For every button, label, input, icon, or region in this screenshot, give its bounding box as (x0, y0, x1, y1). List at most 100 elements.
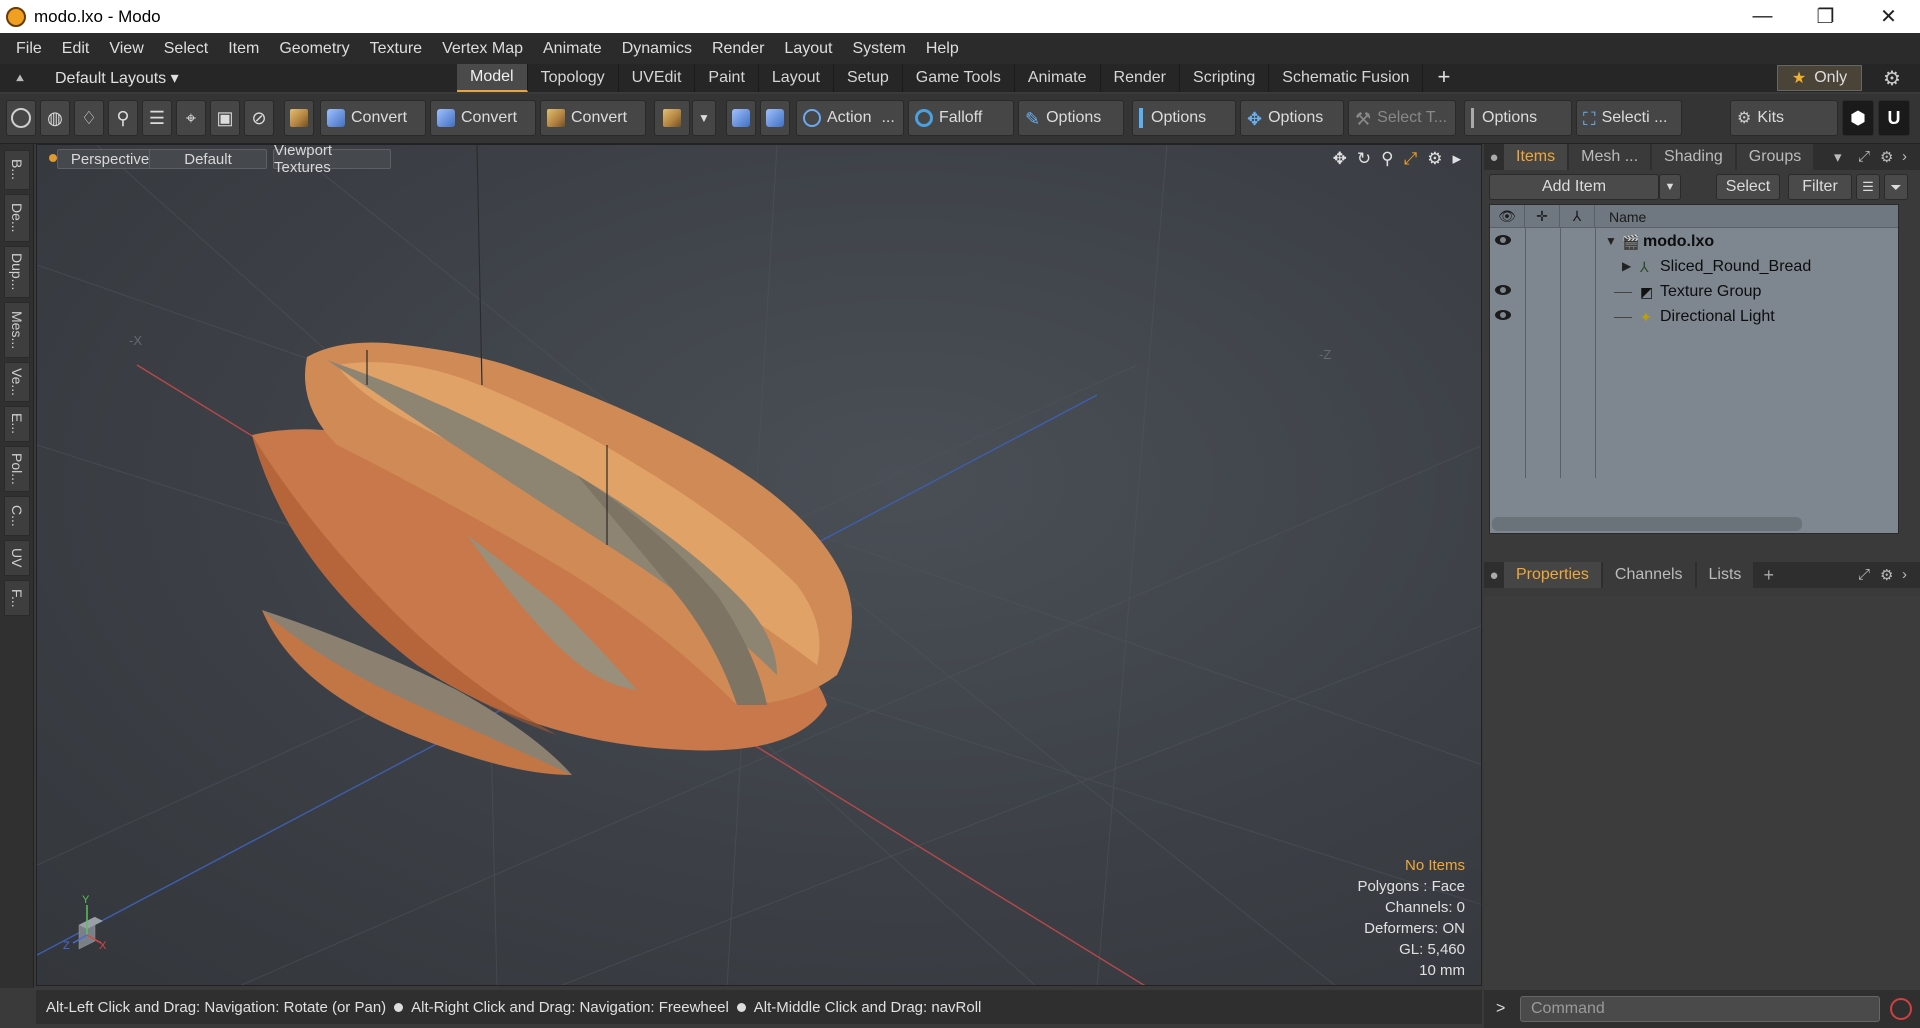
menu-geometry[interactable]: Geometry (269, 40, 359, 58)
left-tab-vertex[interactable]: Ve... (4, 362, 30, 402)
unreal-button[interactable]: U (1878, 100, 1910, 136)
record-macro-icon[interactable] (1890, 998, 1912, 1020)
expand-panel-icon[interactable]: ⤢ (1858, 148, 1870, 165)
tab-channels[interactable]: Channels (1602, 562, 1695, 588)
gear-icon[interactable]: ⚙ (1883, 66, 1901, 91)
select-polygons-button[interactable]: ♢ (74, 100, 104, 136)
edges-button[interactable]: ⊘ (244, 100, 274, 136)
tab-groups[interactable]: Groups (1736, 144, 1814, 170)
symmetry-button[interactable] (654, 100, 690, 136)
default-layouts-dropdown[interactable]: Default Layouts ▾ (40, 68, 180, 88)
name-column-header[interactable]: Name (1595, 205, 1900, 228)
menu-edit[interactable]: Edit (52, 40, 100, 58)
select-button[interactable]: Select (1716, 174, 1780, 200)
viewport-scene[interactable]: -X -Z Y Z X (37, 145, 1482, 986)
pan-icon[interactable]: ✥ (1333, 149, 1347, 169)
eye-icon[interactable] (1495, 285, 1511, 295)
select-items-button[interactable]: ⚲ (108, 100, 138, 136)
menu-select[interactable]: Select (154, 40, 218, 58)
eye-icon[interactable] (1495, 235, 1511, 245)
minimize-button[interactable]: — (1731, 0, 1794, 33)
list-item[interactable]: ▶ ⅄ Sliced_Round_Bread (1490, 255, 1898, 280)
options-button-2[interactable]: Options (1132, 100, 1236, 136)
left-tab-polygon[interactable]: Pol... (4, 446, 30, 492)
tab-model[interactable]: Model (457, 64, 528, 92)
menu-animate[interactable]: Animate (533, 40, 612, 58)
shield-button-2[interactable] (760, 100, 790, 136)
convert-button-3[interactable]: Convert (540, 100, 646, 136)
list-item[interactable]: ▼ 🎬 modo.lxo (1490, 230, 1898, 255)
maximize-button[interactable]: ❐ (1794, 0, 1857, 33)
item-list[interactable]: 👁 ✛ ⅄ Name ▼ 🎬 modo.lxo ▶ ⅄ Sliced_Round… (1489, 204, 1899, 534)
left-tab-uv[interactable]: UV (4, 540, 30, 576)
menu-help[interactable]: Help (916, 40, 969, 58)
type-column-icon[interactable]: ⅄ (1560, 205, 1595, 228)
tab-render[interactable]: Render (1101, 64, 1181, 92)
left-tab-duplicate[interactable]: Dup... (4, 246, 30, 298)
left-tab-basic[interactable]: B... (4, 150, 30, 190)
tab-scripting[interactable]: Scripting (1180, 64, 1270, 92)
viewport-settings-icon[interactable]: ⚙ (1427, 149, 1442, 169)
add-item-button[interactable]: Add Item (1489, 174, 1659, 200)
select-through-button[interactable]: ⚒ Select T... (1348, 100, 1456, 136)
shield-button-1[interactable] (726, 100, 756, 136)
list-item[interactable]: ✦ Directional Light (1490, 305, 1898, 330)
filter-button[interactable]: Filter (1788, 174, 1852, 200)
tab-game-tools[interactable]: Game Tools (903, 64, 1015, 92)
visibility-column-icon[interactable]: 👁 (1490, 205, 1525, 228)
convert-button-1[interactable]: Convert (320, 100, 426, 136)
left-tab-curve[interactable]: C... (4, 496, 30, 536)
play-icon[interactable]: ▸ (1452, 149, 1461, 169)
tab-properties[interactable]: Properties (1504, 562, 1601, 588)
shading-dropdown[interactable]: Default (149, 149, 267, 169)
close-button[interactable]: ✕ (1857, 0, 1920, 33)
add-tab-button[interactable]: + (1423, 64, 1464, 92)
menu-system[interactable]: System (842, 40, 915, 58)
menu-texture[interactable]: Texture (360, 40, 432, 58)
menu-render[interactable]: Render (702, 40, 774, 58)
menu-dynamics[interactable]: Dynamics (612, 40, 702, 58)
menu-file[interactable]: File (6, 40, 52, 58)
panel-dot-icon[interactable]: ● (1484, 149, 1504, 166)
options-button-4[interactable]: Options (1464, 100, 1572, 136)
eye-icon[interactable] (1495, 310, 1511, 320)
tab-shading[interactable]: Shading (1652, 144, 1735, 170)
zoom-icon[interactable]: ⚲ (1381, 149, 1393, 169)
only-toggle[interactable]: ★ Only (1777, 65, 1862, 91)
left-tab-fusion[interactable]: F... (4, 580, 30, 616)
rotate-icon[interactable]: ↻ (1357, 149, 1371, 169)
tab-layout[interactable]: Layout (759, 64, 834, 92)
bread-mesh[interactable] (252, 145, 852, 775)
tab-setup[interactable]: Setup (834, 64, 903, 92)
expand-panel-icon[interactable]: ⤢ (1858, 566, 1870, 583)
command-prompt-icon[interactable]: > (1496, 1000, 1512, 1018)
chevron-down-icon[interactable]: ▾ (1834, 148, 1842, 166)
expand-triangle-icon[interactable]: ▶ (1622, 259, 1631, 273)
unity-button[interactable]: ⬢ (1842, 100, 1874, 136)
select-edges-button[interactable]: ◍ (40, 100, 70, 136)
options-button-3[interactable]: ✥ Options (1240, 100, 1344, 136)
panel-settings-icon[interactable]: ⚙ (1880, 148, 1893, 166)
viewport-textures-dropdown[interactable]: Viewport Textures (273, 145, 391, 176)
left-tab-edge[interactable]: E... (4, 406, 30, 442)
viewport-dot-icon[interactable] (49, 154, 57, 162)
falloff-button[interactable]: Falloff (908, 100, 1014, 136)
horizontal-scrollbar[interactable] (1492, 517, 1802, 531)
view-type-dropdown[interactable]: Perspective (57, 149, 163, 169)
panel-settings-icon[interactable]: ⚙ (1880, 566, 1893, 584)
collapse-up-icon[interactable]: ⯅ (0, 70, 40, 87)
selection-sets-button[interactable]: ⛶ Selecti ... (1576, 100, 1682, 136)
mesh-cube-button[interactable] (284, 100, 314, 136)
kits-button[interactable]: ⚙ Kits (1730, 100, 1838, 136)
collapse-triangle-icon[interactable]: ▼ (1605, 234, 1617, 248)
convert-button-2[interactable]: Convert (430, 100, 536, 136)
command-input[interactable]: Command (1520, 996, 1880, 1022)
tab-uvedit[interactable]: UVEdit (619, 64, 696, 92)
list-item[interactable]: ◩ Texture Group (1490, 280, 1898, 305)
tab-paint[interactable]: Paint (695, 64, 759, 92)
menu-layout[interactable]: Layout (774, 40, 842, 58)
tab-topology[interactable]: Topology (528, 64, 619, 92)
tab-schematic-fusion[interactable]: Schematic Fusion (1269, 64, 1424, 92)
maximize-viewport-icon[interactable]: ⤢ (1404, 149, 1418, 169)
menu-vertex-map[interactable]: Vertex Map (432, 40, 533, 58)
